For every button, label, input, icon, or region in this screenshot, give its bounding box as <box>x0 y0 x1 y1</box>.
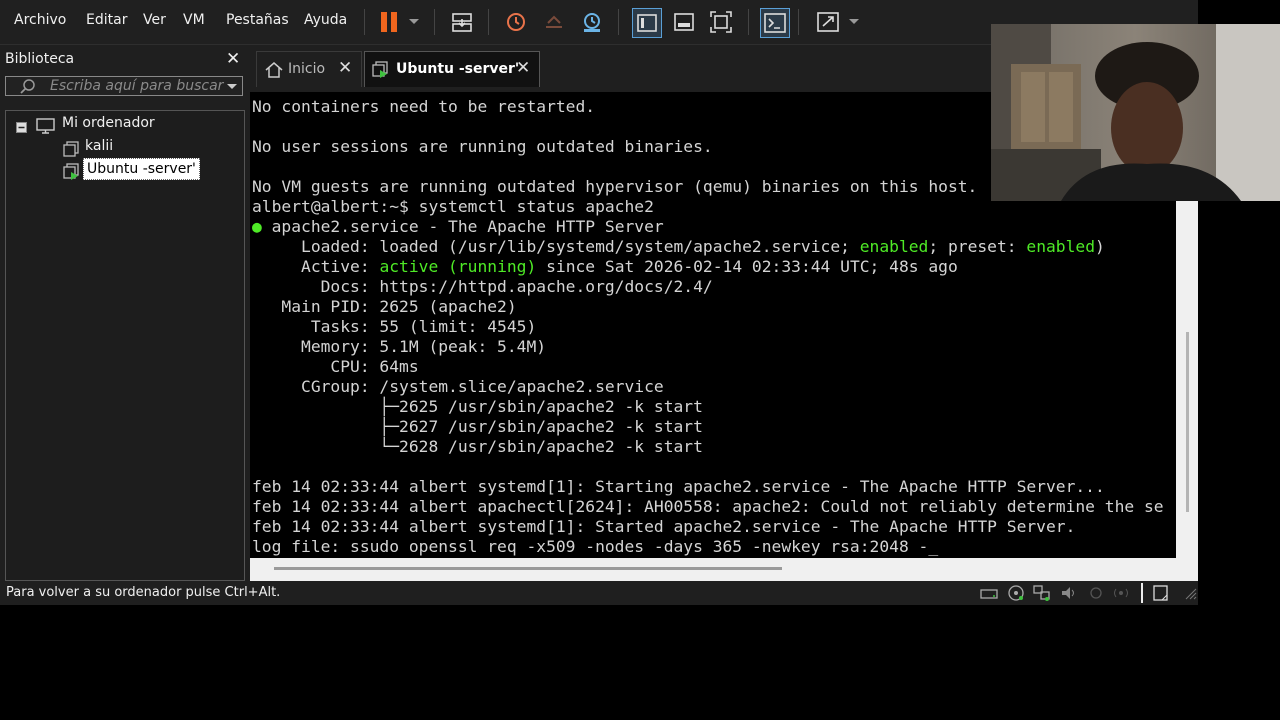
cd-dvd-icon[interactable] <box>1007 585 1025 601</box>
scrollbar-thumb[interactable] <box>1186 332 1189 512</box>
terminal-line: Tasks: 55 (limit: 4545) <box>252 317 537 336</box>
collapse-icon[interactable] <box>16 122 27 133</box>
terminal-line: albert@albert:~$ systemctl status apache… <box>252 197 654 216</box>
revert-icon <box>546 15 562 28</box>
stretch-guest-button[interactable] <box>814 8 842 36</box>
wireless-icon[interactable] <box>1112 585 1130 601</box>
pause-button[interactable] <box>375 8 403 36</box>
tab-ubuntu-label: Ubuntu -server' <box>396 61 520 77</box>
horizontal-scrollbar[interactable] <box>250 558 1198 581</box>
network-icon[interactable] <box>1033 585 1051 601</box>
sidebar-layout-icon <box>637 14 657 32</box>
send-ctrl-alt-del-button[interactable] <box>448 8 476 36</box>
terminal-line: Loaded: loaded (/usr/lib/systemd/system/… <box>252 237 1105 256</box>
status-bar: Para volver a su ordenador pulse Ctrl+Al… <box>0 581 1198 605</box>
terminal-line: ├─2627 /usr/sbin/apache2 -k start <box>252 417 703 436</box>
search-placeholder: Escriba aquí para buscar <box>50 78 224 94</box>
tree-vm-kalii[interactable]: kalii <box>85 138 113 154</box>
webcam-overlay <box>991 24 1280 201</box>
hard-disk-icon[interactable] <box>980 585 998 601</box>
show-library-button[interactable] <box>632 8 662 38</box>
library-panel: Biblioteca ✕ Escriba aquí para buscar Mi… <box>0 45 248 581</box>
close-icon[interactable]: ✕ <box>516 58 530 78</box>
message-log-icon[interactable] <box>1152 585 1170 601</box>
terminal-icon <box>764 13 786 33</box>
library-tree: Mi ordenador kalii Ubuntu -server' <box>5 110 245 581</box>
terminal-line: Active: active (running) since Sat 2026-… <box>252 257 958 276</box>
toolbar-separator <box>488 9 489 35</box>
stretch-icon <box>817 12 839 32</box>
terminal-line: No user sessions are running outdated bi… <box>252 137 713 156</box>
search-icon <box>20 79 35 94</box>
clock-snapshot-icon <box>507 13 525 31</box>
tree-root-label[interactable]: Mi ordenador <box>62 115 155 131</box>
close-icon[interactable]: ✕ <box>226 49 240 69</box>
terminal-line: CGroup: /system.slice/apache2.service <box>252 377 664 396</box>
scrollbar-thumb[interactable] <box>274 567 782 570</box>
snapshot-button[interactable] <box>502 8 530 36</box>
vm-running-icon <box>63 163 79 180</box>
terminal-line: CPU: 64ms <box>252 357 419 376</box>
menu-pestanas[interactable]: Pestañas <box>226 12 289 28</box>
status-divider <box>1141 583 1143 603</box>
full-screen-button[interactable] <box>707 8 735 36</box>
status-text: Para volver a su ordenador pulse Ctrl+Al… <box>6 585 281 600</box>
stretch-dropdown-button[interactable] <box>844 8 864 36</box>
tree-vm-ubuntu-server[interactable]: Ubuntu -server' <box>83 158 200 180</box>
menu-editar[interactable]: Editar <box>86 12 127 28</box>
library-search-input[interactable]: Escriba aquí para buscar <box>5 76 243 96</box>
menu-vm[interactable]: VM <box>183 12 205 28</box>
chevron-down-icon[interactable] <box>226 83 238 91</box>
menu-ayuda[interactable]: Ayuda <box>304 12 347 28</box>
toolbar-separator <box>748 9 749 35</box>
home-icon <box>265 62 283 78</box>
snapshot-manager-icon <box>584 13 600 32</box>
terminal-line: Docs: https://httpd.apache.org/docs/2.4/ <box>252 277 713 296</box>
toolbar-separator <box>364 9 365 35</box>
toolbar-separator <box>618 9 619 35</box>
chevron-down-icon <box>409 19 419 24</box>
webcam-image <box>991 24 1280 201</box>
thumbnail-layout-icon <box>674 13 694 31</box>
tab-inicio[interactable]: Inicio ✕ <box>256 51 362 87</box>
thumbnail-bar-button[interactable] <box>670 8 698 36</box>
vm-icon <box>63 141 79 157</box>
pause-icon <box>381 12 397 32</box>
power-dropdown-button[interactable] <box>402 8 426 36</box>
menu-ver[interactable]: Ver <box>143 12 166 28</box>
toolbar-separator <box>798 9 799 35</box>
tab-inicio-label: Inicio <box>288 61 326 77</box>
terminal-line: No containers need to be restarted. <box>252 97 596 116</box>
computer-icon <box>36 118 55 134</box>
revert-snapshot-button[interactable] <box>540 8 568 36</box>
library-title: Biblioteca <box>5 51 75 67</box>
vm-running-icon <box>372 61 388 78</box>
fullscreen-icon <box>710 11 732 33</box>
terminal-line: log file: ssudo openssl req -x509 -nodes… <box>252 537 939 556</box>
toolbar-separator <box>434 9 435 35</box>
resize-grip-icon[interactable] <box>1182 585 1200 601</box>
terminal-line: Memory: 5.1M (peak: 5.4M) <box>252 337 547 356</box>
terminal-line: Main PID: 2625 (apache2) <box>252 297 517 316</box>
keyboard-send-icon <box>452 13 472 32</box>
sound-icon[interactable] <box>1060 585 1078 601</box>
terminal-line: ├─2625 /usr/sbin/apache2 -k start <box>252 397 703 416</box>
terminal-line: No VM guests are running outdated hyperv… <box>252 177 978 196</box>
terminal-line: ● apache2.service - The Apache HTTP Serv… <box>252 217 664 236</box>
terminal-line: feb 14 02:33:44 albert apachectl[2624]: … <box>252 497 1164 516</box>
snapshot-manager-button[interactable] <box>578 8 606 36</box>
menu-archivo[interactable]: Archivo <box>14 12 66 28</box>
terminal-line: feb 14 02:33:44 albert systemd[1]: Start… <box>252 477 1105 496</box>
terminal-line: feb 14 02:33:44 albert systemd[1]: Start… <box>252 517 1076 536</box>
usb-icon[interactable] <box>1087 585 1105 601</box>
chevron-down-icon <box>849 19 859 24</box>
close-icon[interactable]: ✕ <box>338 58 352 78</box>
tab-ubuntu-server[interactable]: Ubuntu -server' ✕ <box>364 51 540 87</box>
console-view-button[interactable] <box>760 8 790 38</box>
terminal-line: └─2628 /usr/sbin/apache2 -k start <box>252 437 703 456</box>
